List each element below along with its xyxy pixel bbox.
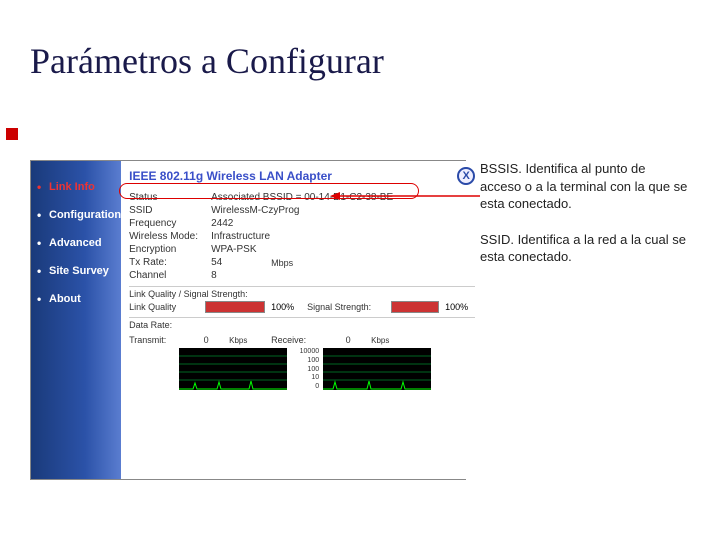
info-table: Status Associated BSSID = 00-14-D1-C2-38… [129,191,475,282]
signal-strength-pct: 100% [445,302,475,312]
sidebar-item-configuration[interactable]: Configuration [31,201,121,229]
transmit-graph [179,348,287,390]
link-quality-bar [205,301,265,313]
transmit-unit: Kbps [229,336,259,345]
close-button[interactable]: X [457,167,475,185]
wireless-mode-value: Infrastructure [211,231,475,242]
receive-graph [323,348,431,390]
annotation-bssis: BSSIS. Identifica al punto de acceso o a… [480,160,690,213]
encryption-label: Encryption [129,244,211,255]
link-quality-pct: 100% [271,302,301,312]
wireless-app-window: Link Info Configuration Advanced Site Su… [30,160,466,480]
graph-area: 10000 100 100 10 0 [129,348,475,390]
txrate-unit: Mbps [271,258,307,268]
wireless-mode-label: Wireless Mode: [129,231,211,242]
highlight-status-oval [119,183,419,199]
channel-value: 8 [211,270,475,281]
ssid-label: SSID [129,205,211,216]
graph-yscale: 10000 100 100 10 0 [291,348,319,390]
receive-value: 0 [325,334,371,346]
sidebar-item-advanced[interactable]: Advanced [31,229,121,257]
receive-label: Receive: [271,335,325,345]
accent-square [6,128,18,140]
channel-label: Channel [129,270,211,281]
quality-section-label: Link Quality / Signal Strength: [129,286,475,299]
receive-unit: Kbps [371,336,401,345]
data-rate-section-label: Data Rate: [129,317,475,330]
panel-title: IEEE 802.11g Wireless LAN Adapter [129,169,332,183]
ssid-value: WirelessM-CzyProg [211,205,475,216]
transmit-label: Transmit: [129,335,183,345]
signal-strength-bar [391,301,439,313]
panel-link-info: IEEE 802.11g Wireless LAN Adapter X Stat… [121,161,483,479]
encryption-value: WPA-PSK [211,244,475,255]
sidebar-item-about[interactable]: About [31,285,121,313]
signal-strength-label: Signal Strength: [307,302,385,312]
transmit-value: 0 [183,334,229,346]
content-area: Link Info Configuration Advanced Site Su… [30,160,690,520]
frequency-label: Frequency [129,218,211,229]
annotation-ssid: SSID. Identifica a la red a la cual se e… [480,231,690,266]
txrate-value: 54 [211,257,271,268]
slide-title: Parámetros a Configurar [0,0,720,82]
app-sidebar: Link Info Configuration Advanced Site Su… [31,161,121,479]
close-icon: X [462,170,469,182]
txrate-label: Tx Rate: [129,257,211,268]
annotations: BSSIS. Identifica al punto de acceso o a… [480,160,690,284]
link-quality-label: Link Quality [129,302,199,312]
sidebar-item-link-info[interactable]: Link Info [31,173,121,201]
sidebar-item-site-survey[interactable]: Site Survey [31,257,121,285]
frequency-value: 2442 [211,218,475,229]
